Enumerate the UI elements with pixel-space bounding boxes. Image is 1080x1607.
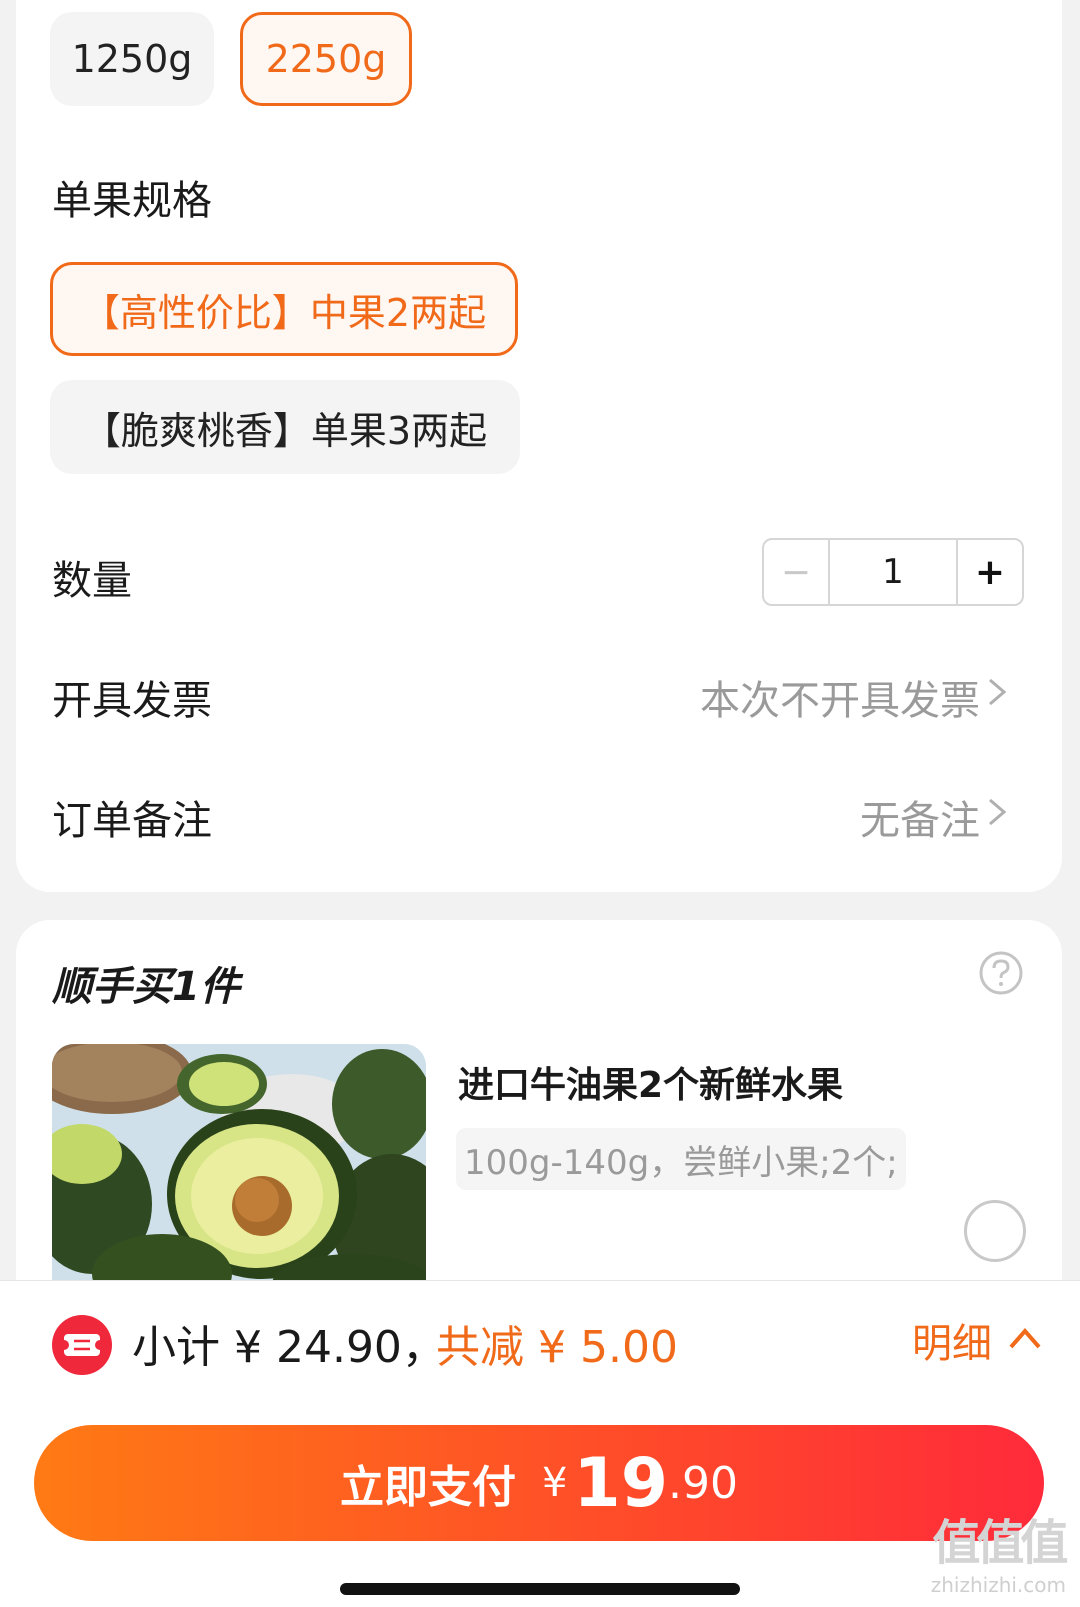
quantity-decrease-button[interactable]: − (764, 540, 830, 604)
spec-option-crisp[interactable]: 【脆爽桃香】单果3两起 (50, 380, 520, 474)
subtotal-text: 小计 ¥ 24.90， (132, 1322, 446, 1373)
coupon-icon (52, 1315, 112, 1375)
quantity-increase-button[interactable]: + (956, 540, 1022, 604)
addon-product-spec: 100g-140g，尝鲜小果;2个; (456, 1128, 906, 1190)
addon-card: 顺手买1件 进口牛油果2个新鲜水果 100g-140g，尝鲜小果;2个; (16, 920, 1062, 1340)
checkout-page: 1250g 2250g 单果规格 【高性价比】中果2两起 【脆爽桃香】单果3两起… (0, 0, 1080, 1607)
detail-link[interactable]: 明细 (912, 1311, 992, 1369)
addon-select-radio[interactable] (964, 1200, 1026, 1262)
invoice-label: 开具发票 (52, 678, 212, 724)
spec-option-value[interactable]: 【高性价比】中果2两起 (50, 262, 518, 356)
order-options-card: 1250g 2250g 单果规格 【高性价比】中果2两起 【脆爽桃香】单果3两起… (16, 0, 1062, 892)
fruit-spec-title: 单果规格 (52, 178, 212, 224)
watermark-url: zhizhizhi.com (930, 1573, 1066, 1597)
quantity-value[interactable]: 1 (830, 540, 956, 604)
quantity-stepper: − 1 + (762, 538, 1024, 606)
pay-now-button[interactable]: 立即支付 ¥ 19 .90 (34, 1425, 1044, 1541)
order-note-chevron-right-icon[interactable] (982, 792, 1012, 832)
addon-product-name[interactable]: 进口牛油果2个新鲜水果 (458, 1056, 843, 1108)
weight-option-2250g[interactable]: 2250g (240, 12, 412, 106)
site-watermark: 值值值 zhizhizhi.com (930, 1503, 1069, 1597)
quantity-label: 数量 (52, 558, 132, 604)
pay-amount-integer: 19 (573, 1443, 669, 1523)
bottom-checkout-bar: 小计 ¥ 24.90， 共减 ¥ 5.00 明细 立即支付 ¥ 19 .90 值… (0, 1280, 1080, 1607)
pay-currency: ¥ (541, 1460, 568, 1506)
discount-text: 共减 ¥ 5.00 (436, 1322, 678, 1373)
order-note-value[interactable]: 无备注 (860, 788, 980, 846)
avocado-product-image[interactable] (52, 1044, 426, 1304)
weight-option-1250g[interactable]: 1250g (50, 12, 214, 106)
invoice-value[interactable]: 本次不开具发票 (700, 668, 980, 726)
order-note-label: 订单备注 (52, 798, 212, 844)
watermark-logo: 值值值 (932, 1515, 1068, 1571)
addon-title: 顺手买1件 (52, 964, 240, 1010)
chevron-up-icon[interactable] (1005, 1323, 1045, 1353)
pay-amount-decimal: .90 (668, 1457, 739, 1509)
help-icon[interactable] (978, 950, 1024, 996)
invoice-chevron-right-icon[interactable] (982, 672, 1012, 712)
home-indicator[interactable] (340, 1583, 740, 1595)
pay-now-label: 立即支付 (339, 1462, 516, 1513)
